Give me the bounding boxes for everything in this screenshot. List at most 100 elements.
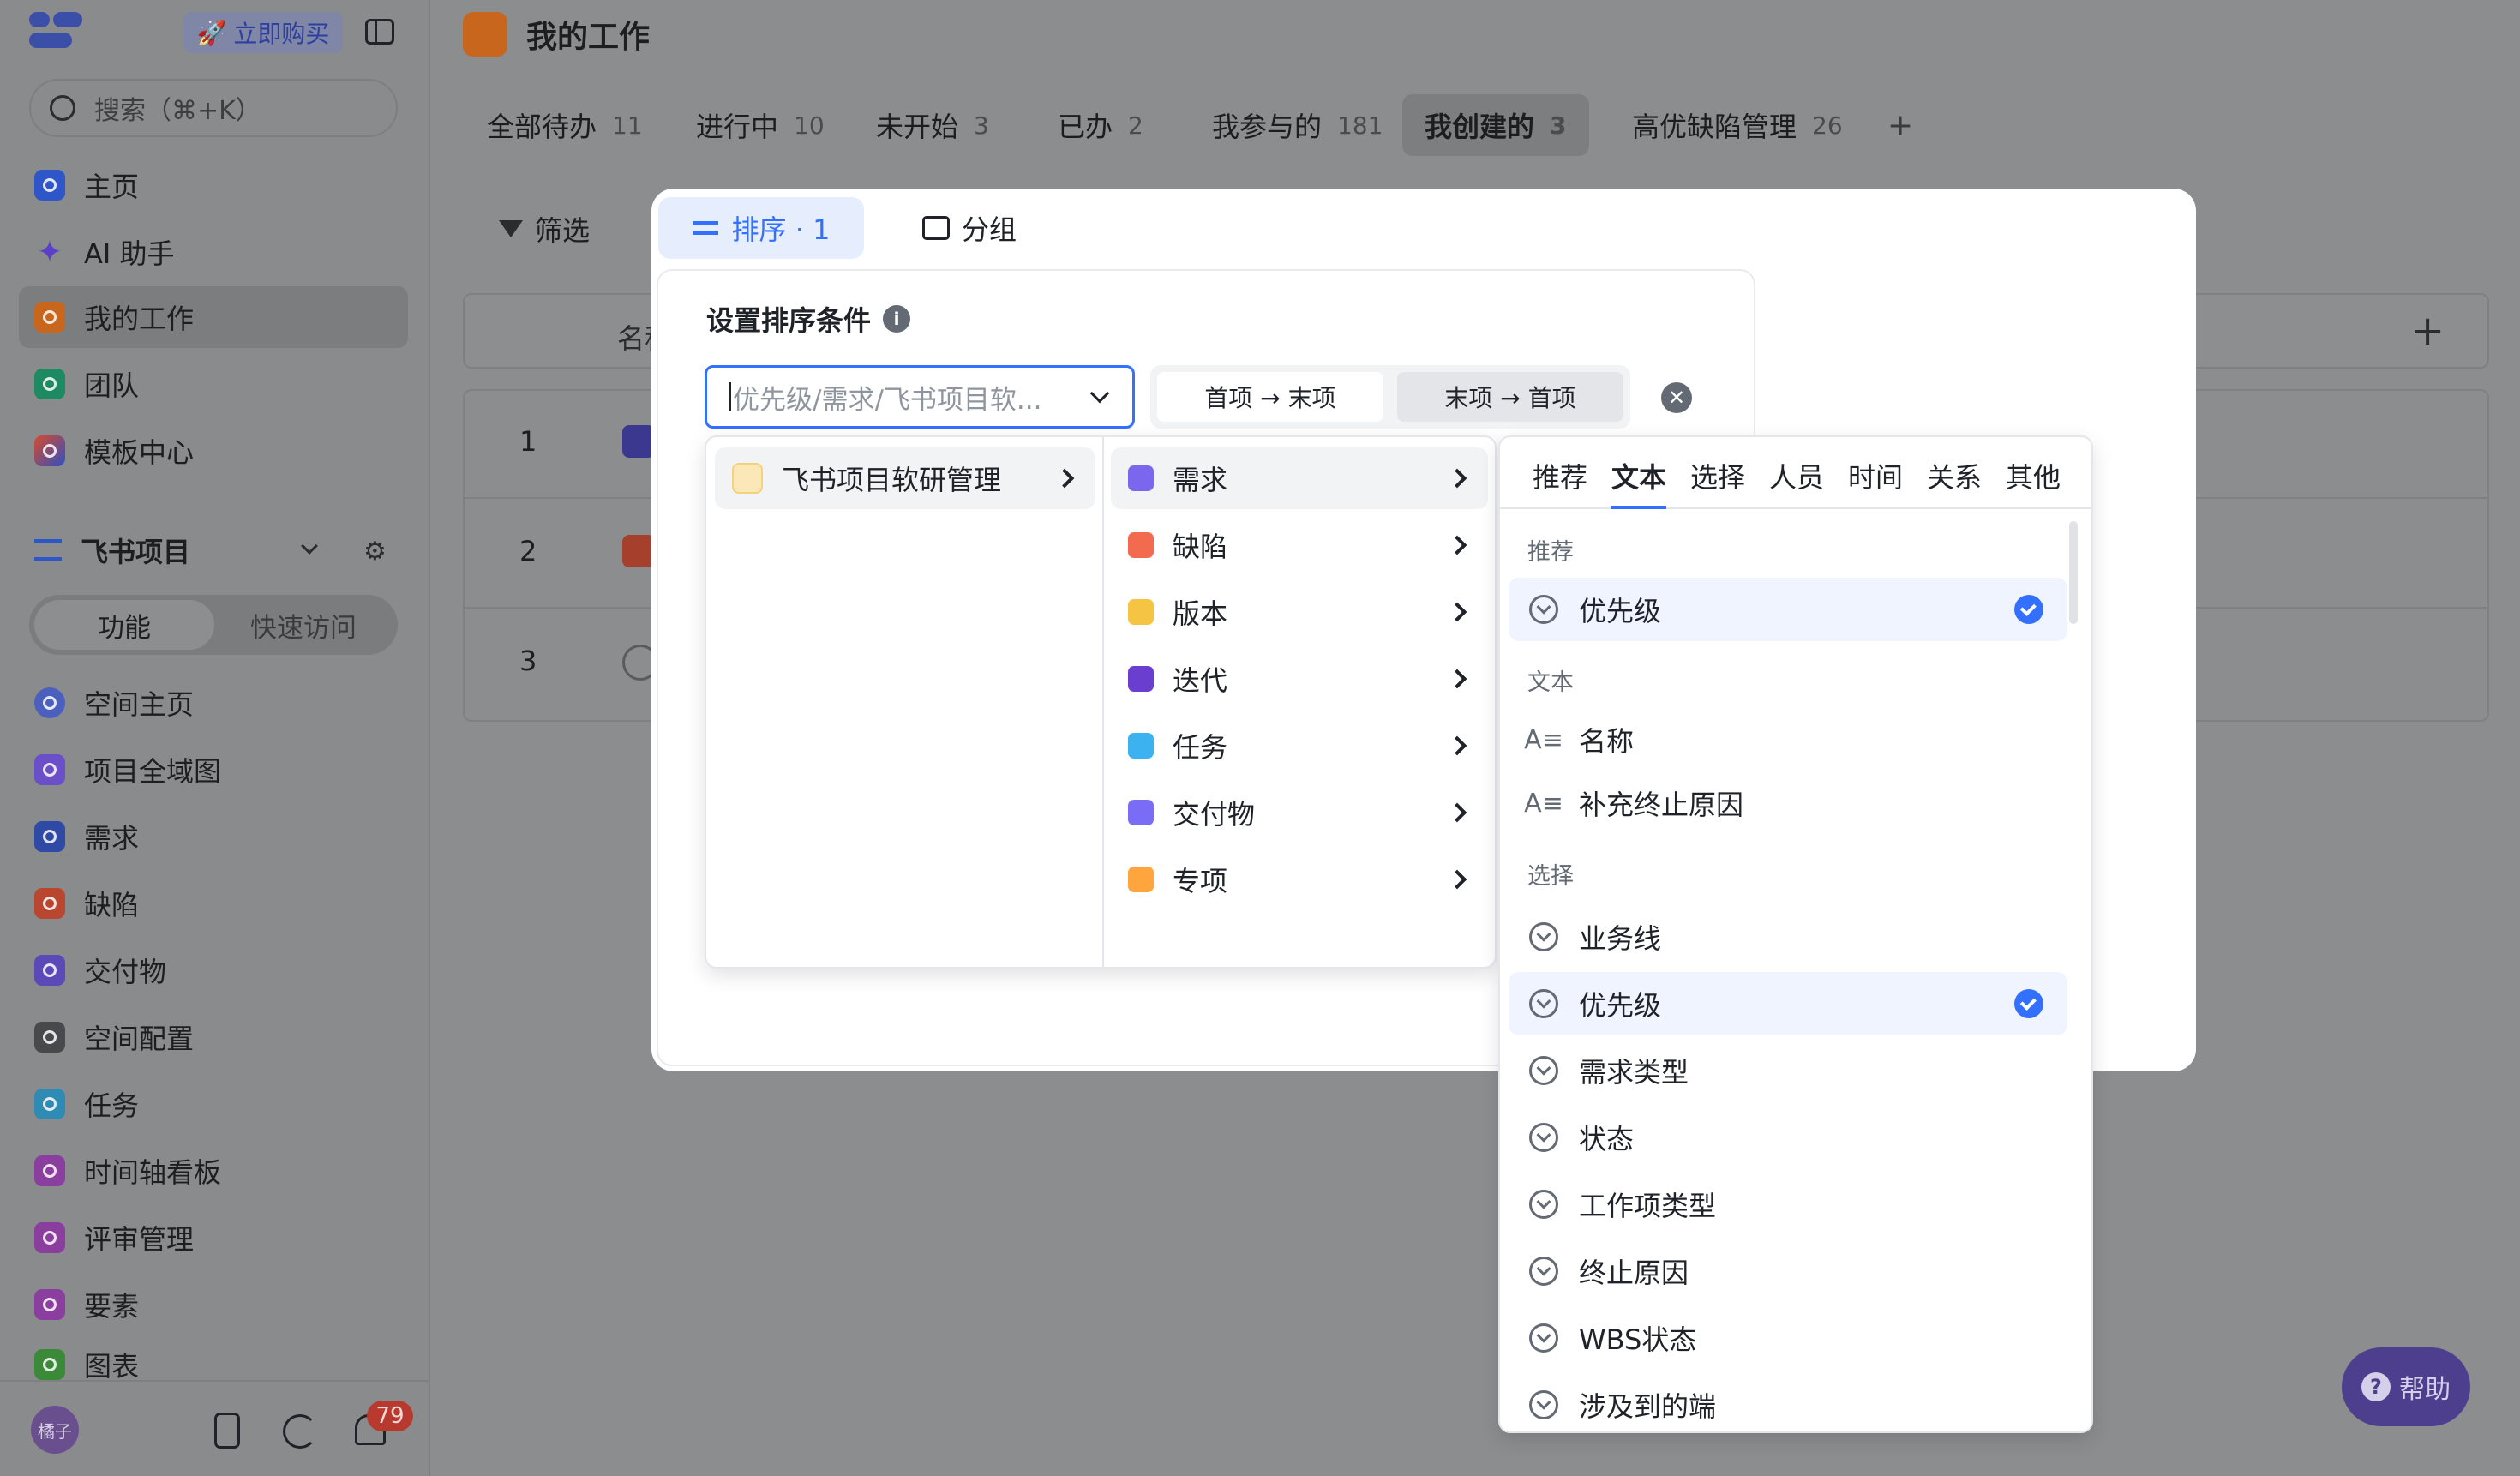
type-deliverable[interactable]: 交付物	[1111, 782, 1488, 843]
help-button[interactable]: ? 帮助	[2342, 1347, 2470, 1426]
field-option-name[interactable]: A≡ 名称	[1509, 708, 2067, 771]
space-overview[interactable]: 项目全域图	[19, 739, 408, 801]
select-field-icon	[1529, 922, 1558, 951]
space-elements[interactable]: 要素	[19, 1274, 408, 1335]
remove-condition-icon[interactable]: ✕	[1661, 382, 1692, 413]
select-field-icon	[1529, 595, 1558, 624]
page-title: 我的工作	[463, 12, 650, 57]
select-field-icon	[1529, 989, 1558, 1018]
chevron-down-icon[interactable]	[301, 537, 318, 555]
field-cascader: 飞书项目软研管理 需求 缺陷 版本 迭代 任务 交付物 专项	[705, 435, 1497, 969]
tab-high-priority-bugs[interactable]: 高优缺陷管理 26	[1632, 94, 1843, 156]
section-recommend: 推荐	[1527, 539, 1574, 566]
type-column: 需求 缺陷 版本 迭代 任务 交付物 专项	[1104, 437, 1498, 969]
settings-icon[interactable]: ⚙	[363, 537, 387, 567]
space-bugs[interactable]: 缺陷	[19, 873, 408, 934]
add-tab-button[interactable]: +	[1887, 94, 1913, 156]
tab-not-started[interactable]: 未开始 3	[876, 94, 989, 156]
type-task[interactable]: 任务	[1111, 715, 1488, 777]
field-option-termination-reason[interactable]: 终止原因	[1509, 1239, 2067, 1303]
type-color-swatch	[1128, 867, 1154, 892]
collapse-sidebar-icon[interactable]	[365, 19, 394, 45]
nav-ai-assistant[interactable]: ✦ AI 助手	[19, 221, 408, 283]
section-select: 选择	[1527, 863, 1574, 890]
chevron-right-icon	[1447, 802, 1467, 823]
space-timeline[interactable]: 时间轴看板	[19, 1140, 408, 1202]
type-version[interactable]: 版本	[1111, 581, 1488, 643]
tab-all-todo[interactable]: 全部待办 11	[487, 94, 643, 156]
field-tab-recommend[interactable]: 推荐	[1533, 456, 1587, 495]
scrollbar[interactable]	[2069, 521, 2078, 624]
checked-icon	[2014, 989, 2043, 1018]
notification-badge: 79	[367, 1401, 413, 1431]
tab-created-by-me[interactable]: 我创建的 3	[1402, 94, 1589, 156]
text-field-icon: A≡	[1524, 788, 1563, 819]
field-option-business-line[interactable]: 业务线	[1509, 905, 2067, 969]
type-iteration[interactable]: 迭代	[1111, 648, 1488, 710]
chart-icon	[34, 1349, 65, 1380]
tab-done[interactable]: 已办 2	[1058, 94, 1143, 156]
rocket-icon: 🚀	[196, 18, 227, 47]
toggle-func[interactable]: 功能	[34, 600, 214, 650]
group-icon	[922, 216, 950, 240]
search-icon	[50, 95, 75, 121]
space-tasks[interactable]: 任务	[19, 1073, 408, 1135]
field-tab-relation[interactable]: 关系	[1927, 456, 1982, 495]
mobile-icon[interactable]	[214, 1413, 240, 1449]
field-tab-other[interactable]: 其他	[2006, 456, 2061, 495]
space-requirements[interactable]: 需求	[19, 806, 408, 867]
type-requirement[interactable]: 需求	[1111, 447, 1488, 509]
space-config[interactable]: 空间配置	[19, 1006, 408, 1068]
text-cursor	[729, 382, 731, 411]
field-option-wbs-status[interactable]: WBS状态	[1509, 1306, 2067, 1370]
app-logo[interactable]	[29, 12, 82, 50]
buy-button[interactable]: 🚀 立即购买	[183, 12, 343, 53]
home-icon	[34, 170, 65, 201]
chevron-right-icon	[1447, 468, 1467, 489]
nav-templates[interactable]: 模板中心	[19, 420, 408, 482]
sort-field-select[interactable]: 优先级/需求/飞书项目软...	[705, 365, 1135, 429]
field-option-work-item-type[interactable]: 工作项类型	[1509, 1173, 2067, 1236]
search-input[interactable]: 搜索（⌘+K）	[29, 79, 398, 137]
requirement-icon	[34, 821, 65, 852]
refresh-icon[interactable]	[283, 1414, 317, 1449]
sparkle-icon: ✦	[36, 234, 63, 270]
person-icon	[463, 12, 507, 57]
type-special[interactable]: 专项	[1111, 849, 1488, 910]
select-field-icon	[1529, 1257, 1558, 1286]
view-toggle: 功能 快速访问	[29, 595, 398, 655]
sort-button[interactable]: 排序 · 1	[658, 197, 864, 259]
space-option[interactable]: 飞书项目软研管理	[715, 447, 1095, 509]
add-column-button[interactable]: +	[2410, 307, 2445, 355]
nav-home[interactable]: 主页	[19, 154, 408, 216]
project-header[interactable]: 飞书项目 ⚙	[34, 528, 403, 573]
order-asc-button[interactable]: 首项 → 末项	[1157, 372, 1383, 422]
nav-my-work[interactable]: 我的工作	[19, 286, 408, 348]
tab-in-progress[interactable]: 进行中 10	[696, 94, 825, 156]
toggle-quick[interactable]: 快速访问	[214, 600, 393, 650]
order-desc-button[interactable]: 末项 → 首项	[1397, 372, 1623, 422]
space-review[interactable]: 评审管理	[19, 1207, 408, 1269]
type-color-swatch	[1128, 532, 1154, 558]
field-option-termination-note[interactable]: A≡ 补充终止原因	[1509, 771, 2067, 835]
chevron-right-icon	[1447, 869, 1467, 890]
field-option-platforms[interactable]: 涉及到的端	[1509, 1373, 2067, 1431]
filter-button[interactable]: 筛选	[499, 206, 590, 252]
field-option-priority[interactable]: 优先级	[1509, 972, 2067, 1035]
field-option-status[interactable]: 状态	[1509, 1106, 2067, 1169]
chevron-right-icon	[1447, 602, 1467, 622]
field-option-requirement-type[interactable]: 需求类型	[1509, 1039, 2067, 1102]
nav-team[interactable]: 团队	[19, 353, 408, 415]
space-deliverables[interactable]: 交付物	[19, 939, 408, 1001]
field-tab-time[interactable]: 时间	[1848, 456, 1903, 495]
type-bug[interactable]: 缺陷	[1111, 514, 1488, 576]
field-tab-select[interactable]: 选择	[1690, 456, 1745, 495]
field-tab-people[interactable]: 人员	[1769, 456, 1824, 495]
avatar[interactable]: 橘子	[31, 1406, 79, 1454]
group-button[interactable]: 分组	[922, 201, 1017, 255]
bug-icon	[622, 535, 655, 567]
tab-participated[interactable]: 我参与的 181	[1212, 94, 1383, 156]
field-tab-text[interactable]: 文本	[1611, 456, 1666, 495]
space-home[interactable]: 空间主页	[19, 672, 408, 734]
field-option-priority-recommended[interactable]: 优先级	[1509, 578, 2067, 641]
